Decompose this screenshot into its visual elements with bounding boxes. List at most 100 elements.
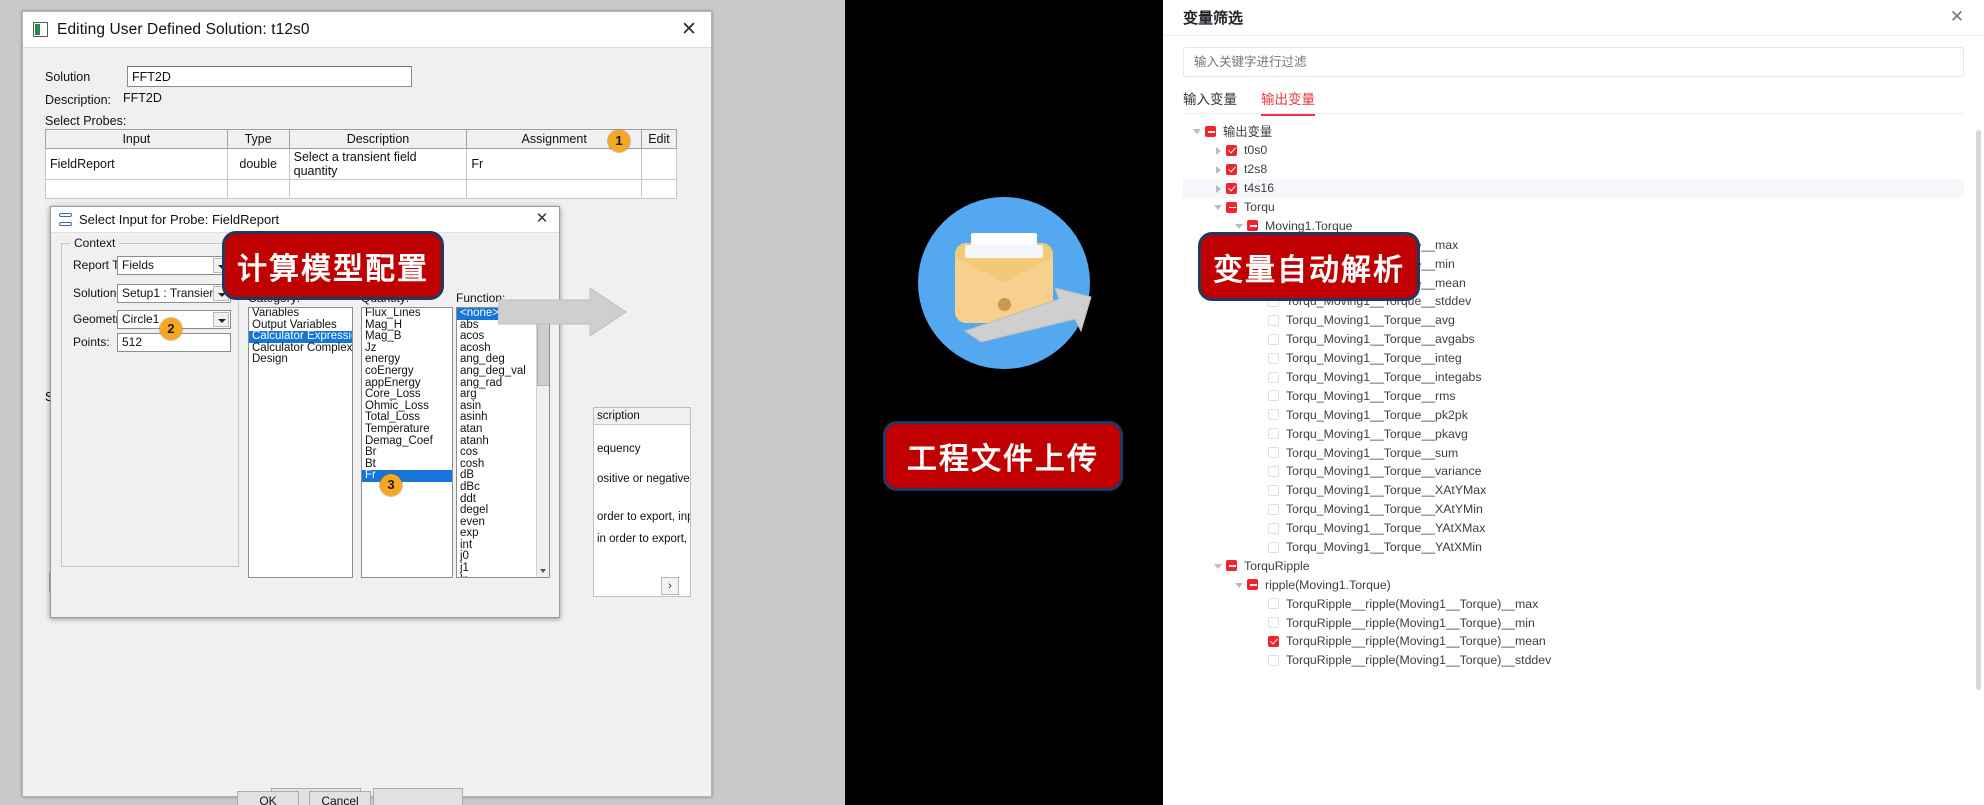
tree-node-checkbox[interactable]: [1268, 598, 1279, 610]
chevron-down-icon[interactable]: [1191, 125, 1203, 137]
tree-node[interactable]: TorquRipple__ripple(Moving1__Torque)__mi…: [1183, 613, 1964, 632]
footer-button-right[interactable]: [373, 788, 463, 805]
tree-node-checkbox[interactable]: [1268, 654, 1279, 666]
list-item[interactable]: Core_Loss: [362, 389, 452, 401]
close-icon[interactable]: ✕: [533, 210, 551, 228]
list-item[interactable]: Design: [249, 354, 352, 366]
page-title: 变量筛选: [1183, 10, 1244, 27]
tree-node[interactable]: Torqu_Moving1__Torque__pkavg: [1183, 424, 1964, 443]
tree-node-checkbox[interactable]: [1268, 522, 1279, 534]
category-listbox[interactable]: Variables Output Variables Calculator Ex…: [248, 307, 353, 578]
tree-node[interactable]: ripple(Moving1.Torque): [1183, 575, 1964, 594]
tree-node[interactable]: Torqu_Moving1__Torque__YAtXMax: [1183, 519, 1964, 538]
tree-node-checkbox[interactable]: [1226, 201, 1237, 213]
tree-node[interactable]: t4s16: [1183, 178, 1964, 198]
tab-output-variables[interactable]: 输出变量: [1261, 88, 1315, 116]
tree-node[interactable]: TorquRipple__ripple(Moving1__Torque)__ma…: [1183, 594, 1964, 613]
list-item[interactable]: Temperature: [362, 423, 452, 436]
tree-node-checkbox[interactable]: [1268, 484, 1279, 496]
tree-node-checkbox[interactable]: [1268, 635, 1279, 647]
solution-select[interactable]: Setup1 : Transient: [117, 284, 231, 303]
tree-node-checkbox[interactable]: [1226, 560, 1237, 572]
tree-node-label: t0s0: [1244, 143, 1268, 158]
tree-node-checkbox[interactable]: [1268, 617, 1279, 629]
search-input[interactable]: [1183, 47, 1964, 77]
tree-node[interactable]: Torqu_Moving1__Torque__variance: [1183, 462, 1964, 481]
table-row-empty: [45, 179, 677, 199]
tree-node[interactable]: TorquRipple: [1183, 556, 1964, 575]
chevron-down-icon[interactable]: [1212, 201, 1224, 213]
chevron-right-icon[interactable]: [1212, 144, 1224, 156]
tree-node-checkbox[interactable]: [1268, 314, 1279, 326]
list-item[interactable]: Variables: [249, 308, 352, 320]
cell-edit-button[interactable]: [641, 148, 677, 180]
tab-input-variables[interactable]: 输入变量: [1183, 88, 1237, 114]
tree-node-label: Torqu_Moving1__Torque__XAtYMin: [1286, 502, 1483, 517]
variable-tree[interactable]: 输出变量 t0s0 t2s8 t4s16 Torqu Moving1.Torque Torq…: [1183, 122, 1964, 790]
function-listbox[interactable]: <none> abs acos acosh ang_deg ang_deg_va…: [456, 307, 550, 578]
tree-node-label: Torqu_Moving1__Torque__variance: [1286, 464, 1482, 479]
cancel-button[interactable]: Cancel: [309, 791, 371, 805]
tree-node-checkbox[interactable]: [1268, 541, 1279, 553]
tree-node[interactable]: Torqu_Moving1__Torque__XAtYMax: [1183, 481, 1964, 500]
tree-node-checkbox[interactable]: [1226, 163, 1237, 175]
tree-node-checkbox[interactable]: [1268, 333, 1279, 345]
tree-node[interactable]: Torqu_Moving1__Torque__integ: [1183, 349, 1964, 368]
chevron-down-icon[interactable]: [1212, 560, 1224, 572]
chevron-right-icon[interactable]: [1212, 182, 1224, 194]
quantity-listbox[interactable]: Flux_Lines Mag_H Mag_B Jz energy coEnerg…: [361, 307, 453, 578]
list-item-selected[interactable]: Fr: [362, 470, 452, 482]
tree-scrollbar[interactable]: [1976, 124, 1981, 790]
tree-node[interactable]: Torqu_Moving1__Torque__rms: [1183, 386, 1964, 405]
tree-node[interactable]: TorquRipple__ripple(Moving1__Torque)__me…: [1183, 632, 1964, 651]
list-item[interactable]: Br: [362, 447, 452, 459]
chevron-down-icon[interactable]: [213, 312, 229, 327]
callout-file-upload: 工程文件上传: [883, 421, 1123, 491]
tree-node-checkbox[interactable]: [1268, 503, 1279, 515]
scrollbar-thumb[interactable]: [1976, 130, 1981, 690]
chevron-down-icon[interactable]: [1233, 220, 1245, 232]
tree-node[interactable]: TorquRipple__ripple(Moving1__Torque)__st…: [1183, 651, 1964, 670]
tree-node[interactable]: 输出变量: [1183, 122, 1964, 141]
function-list-scrollbar[interactable]: [536, 308, 549, 577]
points-label-text: Points:: [73, 335, 110, 349]
tree-node-checkbox[interactable]: [1268, 447, 1279, 459]
tree-node-checkbox[interactable]: [1268, 371, 1279, 383]
close-icon[interactable]: ✕: [677, 19, 701, 41]
tree-node[interactable]: Torqu_Moving1__Torque__XAtYMin: [1183, 500, 1964, 519]
list-item[interactable]: coEnergy: [362, 365, 452, 378]
chevron-right-icon[interactable]: [1212, 163, 1224, 175]
table-row[interactable]: FieldReport double Select a transient fi…: [45, 148, 677, 180]
tree-node-checkbox[interactable]: [1226, 144, 1237, 156]
step-badge-3: 3: [380, 474, 402, 496]
tree-node-checkbox[interactable]: [1268, 390, 1279, 402]
tree-node-checkbox[interactable]: [1268, 465, 1279, 477]
tree-node-checkbox[interactable]: [1247, 220, 1258, 232]
tree-node-checkbox[interactable]: [1268, 428, 1279, 440]
tree-node[interactable]: Torqu_Moving1__Torque__pk2pk: [1183, 405, 1964, 424]
close-icon[interactable]: ✕: [1946, 6, 1968, 28]
tree-node[interactable]: t2s8: [1183, 160, 1964, 179]
tree-node[interactable]: Torqu_Moving1__Torque__YAtXMin: [1183, 538, 1964, 557]
tree-node-checkbox[interactable]: [1268, 409, 1279, 421]
scroll-right-button[interactable]: ›: [661, 577, 679, 595]
tree-node[interactable]: Torqu_Moving1__Torque__integabs: [1183, 368, 1964, 387]
tree-node[interactable]: Torqu_Moving1__Torque__sum: [1183, 443, 1964, 462]
ok-button[interactable]: OK: [237, 791, 299, 805]
tree-node-checkbox[interactable]: [1226, 182, 1237, 194]
tree-node[interactable]: Torqu: [1183, 198, 1964, 217]
list-item: order to export, inp: [597, 511, 690, 523]
tree-node-checkbox[interactable]: [1205, 125, 1216, 137]
list-item: in order to export, i: [597, 533, 690, 545]
cell-empty-assign: [466, 179, 642, 199]
tree-node[interactable]: Torqu_Moving1__Torque__avg: [1183, 311, 1964, 330]
tree-node-checkbox[interactable]: [1268, 352, 1279, 364]
tree-node[interactable]: Torqu_Moving1__Torque__avgabs: [1183, 330, 1964, 349]
report-type-select[interactable]: Fields: [117, 256, 231, 275]
tree-node[interactable]: t0s0: [1183, 141, 1964, 160]
tree-node-checkbox[interactable]: [1247, 579, 1258, 591]
scroll-down-icon[interactable]: [537, 564, 549, 577]
chevron-down-icon[interactable]: [1233, 579, 1245, 591]
list-item[interactable]: Flux_Lines: [362, 308, 452, 320]
solution-input[interactable]: [127, 66, 412, 87]
